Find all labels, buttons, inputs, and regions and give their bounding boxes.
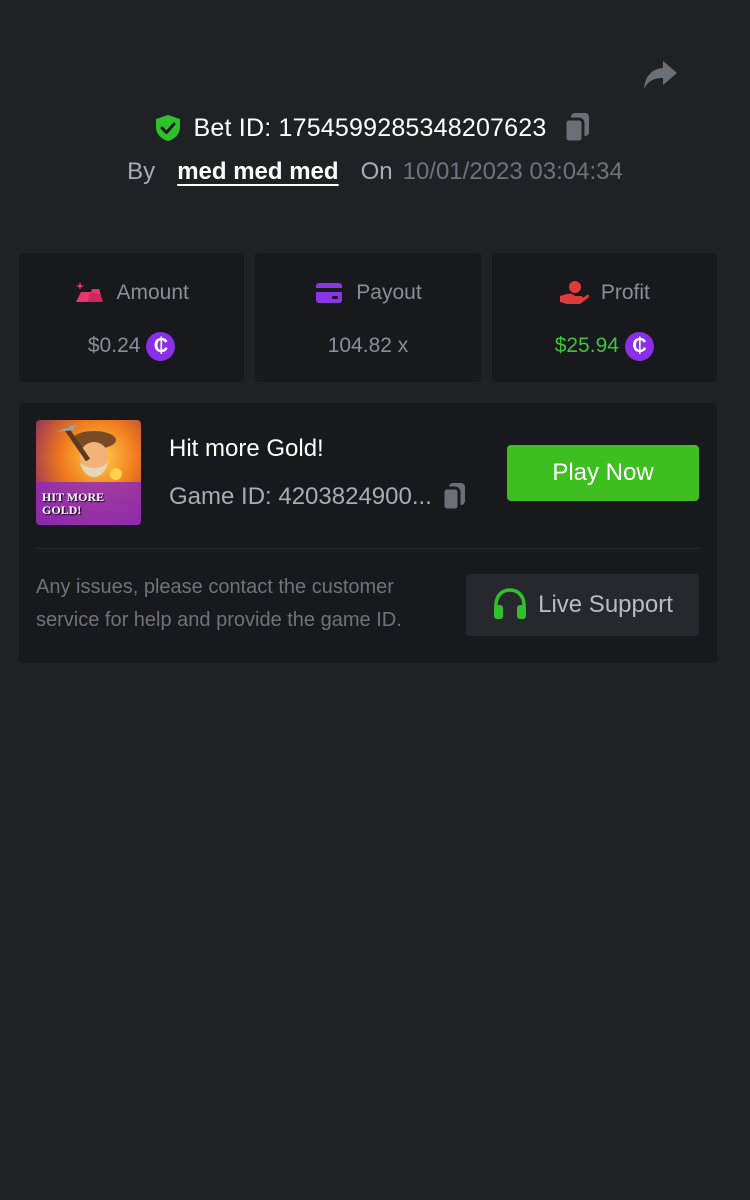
game-id: Game ID: 4203824900... — [169, 483, 432, 510]
stat-value-amount: $0.24 ₵ — [88, 331, 176, 361]
share-button[interactable] — [640, 55, 680, 95]
stat-label-payout: Payout — [356, 281, 422, 304]
stat-card-payout: Payout 104.82 x — [255, 253, 481, 382]
headset-icon — [492, 587, 528, 623]
hand-coin-icon — [559, 280, 589, 306]
on-label: On — [360, 158, 393, 185]
share-arrow-icon — [644, 61, 677, 89]
copy-bet-id-icon[interactable] — [562, 111, 592, 145]
username-link[interactable]: med med med — [177, 158, 338, 186]
stat-card-amount: Amount $0.24 ₵ — [19, 253, 245, 382]
stat-value-profit: $25.94 ₵ — [555, 331, 654, 361]
play-now-button[interactable]: Play Now — [507, 445, 699, 501]
verified-shield-icon — [154, 114, 182, 142]
bet-id-row: Bet ID: 1754599285348207623 — [0, 108, 750, 148]
live-support-label: Live Support — [538, 591, 673, 618]
bet-detail-page: Bet ID: 1754599285348207623 By med med m… — [0, 0, 750, 1200]
stat-value-payout: 104.82 x — [328, 331, 409, 361]
game-thumbnail[interactable]: HIT MORE GOLD! — [36, 420, 141, 525]
profit-value: $25.94 — [554, 334, 619, 357]
amount-value: $0.24 — [87, 334, 141, 357]
stat-label-amount: Amount — [116, 281, 189, 304]
bet-meta-row: By med med med On 10/01/2023 03:04:34 — [0, 152, 750, 192]
game-thumbnail-title: HIT MORE GOLD! — [42, 490, 105, 517]
game-title: Hit more Gold! — [169, 435, 324, 462]
bet-id: Bet ID: 1754599285348207623 — [193, 113, 547, 142]
card-icon — [314, 280, 344, 306]
stat-card-profit: Profit $25.94 ₵ — [491, 253, 717, 382]
coin-icon: ₵ — [146, 331, 176, 361]
game-card: HIT MORE GOLD! Hit more Gold! Game ID: 4… — [19, 403, 717, 663]
gold-bars-icon — [74, 280, 104, 306]
by-label: By — [127, 158, 156, 185]
coin-icon: ₵ — [624, 331, 654, 361]
live-support-button[interactable]: Live Support — [466, 574, 699, 636]
payout-value: 104.82 x — [327, 334, 409, 357]
stat-label-profit: Profit — [600, 281, 650, 304]
bet-date: 10/01/2023 03:04:34 — [402, 158, 623, 185]
divider — [36, 548, 700, 549]
game-id-row: Game ID: 4203824900... — [169, 481, 468, 513]
copy-game-id-icon[interactable] — [440, 481, 468, 513]
support-help-text: Any issues, please contact the customer … — [36, 576, 402, 631]
bet-stats: Amount $0.24 ₵ Payout 104.82 x Profit $2… — [19, 253, 717, 382]
